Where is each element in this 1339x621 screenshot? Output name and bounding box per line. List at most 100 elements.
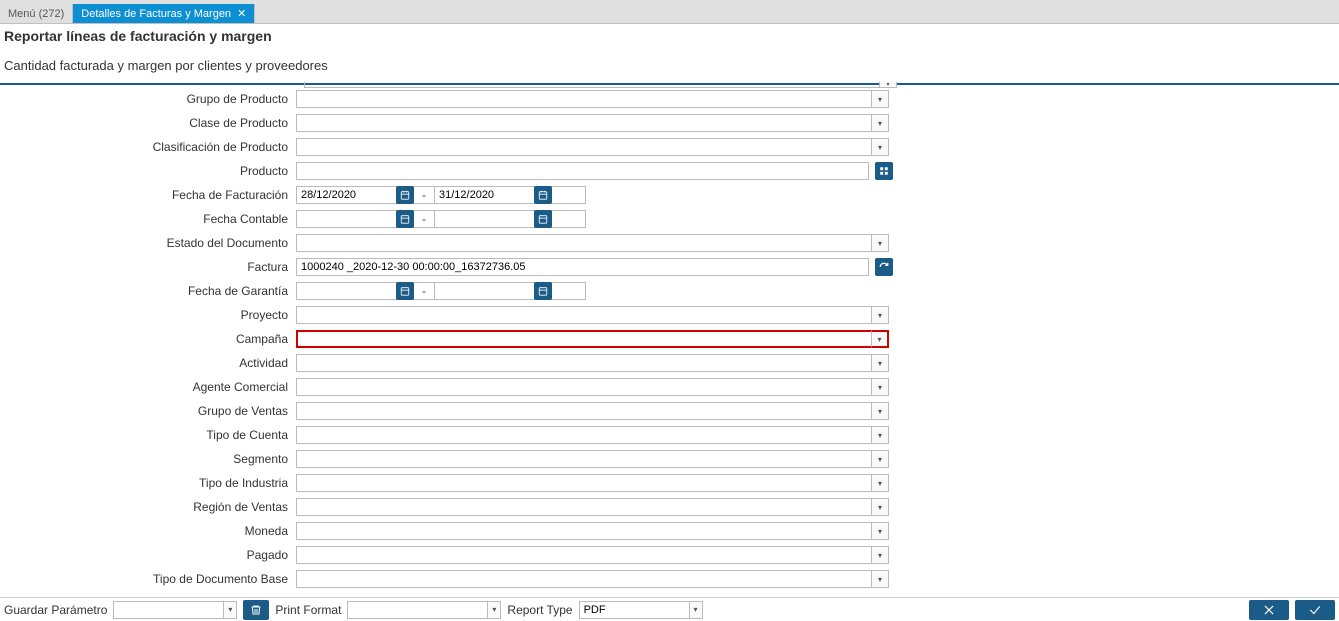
input-agente-comercial[interactable] bbox=[296, 378, 871, 396]
input-estado-documento[interactable] bbox=[296, 234, 871, 252]
input-factura[interactable] bbox=[296, 258, 869, 276]
input-moneda[interactable] bbox=[296, 522, 871, 540]
chevron-down-icon[interactable]: ▾ bbox=[871, 306, 889, 324]
combo-pagado[interactable]: ▾ bbox=[296, 546, 889, 564]
chevron-down-icon[interactable]: ▾ bbox=[871, 330, 889, 348]
calendar-icon[interactable] bbox=[396, 186, 414, 204]
input-fecha-contable-to[interactable] bbox=[434, 210, 586, 228]
input-tipo-cuenta[interactable] bbox=[296, 426, 871, 444]
chevron-down-icon[interactable]: ▾ bbox=[871, 474, 889, 492]
label-clasificacion-producto: Clasificación de Producto bbox=[0, 140, 296, 154]
chevron-down-icon[interactable]: ▾ bbox=[871, 426, 889, 444]
input-grupo-ventas[interactable] bbox=[296, 402, 871, 420]
chevron-down-icon[interactable]: ▾ bbox=[871, 138, 889, 156]
chevron-down-icon[interactable]: ▾ bbox=[871, 498, 889, 516]
input-print-format[interactable] bbox=[347, 601, 487, 619]
calendar-icon[interactable] bbox=[534, 282, 552, 300]
partial-row-above: ▾ bbox=[0, 80, 1339, 90]
input-guardar-parametro[interactable] bbox=[113, 601, 223, 619]
calendar-icon[interactable] bbox=[534, 210, 552, 228]
combo-region-ventas[interactable]: ▾ bbox=[296, 498, 889, 516]
combo-campana[interactable]: ▾ bbox=[296, 330, 889, 348]
input-report-type[interactable] bbox=[579, 601, 689, 619]
combo-clase-producto[interactable]: ▾ bbox=[296, 114, 889, 132]
label-clase-producto: Clase de Producto bbox=[0, 116, 296, 130]
close-icon[interactable]: ✕ bbox=[237, 7, 246, 20]
label-proyecto: Proyecto bbox=[0, 308, 296, 322]
combo-grupo-ventas[interactable]: ▾ bbox=[296, 402, 889, 420]
label-campana: Campaña bbox=[0, 332, 296, 346]
combo-tipo-industria[interactable]: ▾ bbox=[296, 474, 889, 492]
form-scroll-area[interactable]: ▾ Grupo de Producto ▾ Clase de Producto … bbox=[0, 76, 1339, 593]
label-report-type: Report Type bbox=[507, 603, 572, 617]
tab-menu[interactable]: Menú (272) bbox=[0, 4, 73, 23]
product-lookup-icon[interactable] bbox=[875, 162, 893, 180]
input-campana[interactable] bbox=[296, 330, 871, 348]
confirm-button[interactable] bbox=[1295, 600, 1335, 620]
label-print-format: Print Format bbox=[275, 603, 341, 617]
tab-detalles-facturas[interactable]: Detalles de Facturas y Margen ✕ bbox=[73, 4, 255, 23]
combo-tipo-documento-base[interactable]: ▾ bbox=[296, 570, 889, 588]
chevron-down-icon[interactable]: ▾ bbox=[871, 234, 889, 252]
input-grupo-producto[interactable] bbox=[296, 90, 871, 108]
combo-tipo-cuenta[interactable]: ▾ bbox=[296, 426, 889, 444]
chevron-down-icon[interactable]: ▾ bbox=[871, 378, 889, 396]
tab-menu-label: Menú (272) bbox=[8, 8, 64, 20]
label-tipo-cuenta: Tipo de Cuenta bbox=[0, 428, 296, 442]
lookup-producto[interactable] bbox=[296, 162, 869, 180]
label-region-ventas: Región de Ventas bbox=[0, 500, 296, 514]
date-fecha-garantia-from[interactable] bbox=[296, 282, 392, 300]
input-clase-producto[interactable] bbox=[296, 114, 871, 132]
calendar-icon[interactable] bbox=[534, 186, 552, 204]
refresh-icon[interactable] bbox=[875, 258, 893, 276]
input-tipo-documento-base[interactable] bbox=[296, 570, 871, 588]
date-fecha-contable-to[interactable] bbox=[434, 210, 530, 228]
combo-report-type[interactable]: ▾ bbox=[579, 601, 703, 619]
tab-detalles-label: Detalles de Facturas y Margen bbox=[81, 8, 231, 20]
combo-guardar-parametro[interactable]: ▾ bbox=[113, 601, 237, 619]
combo-estado-documento[interactable]: ▾ bbox=[296, 234, 889, 252]
label-estado-documento: Estado del Documento bbox=[0, 236, 296, 250]
input-region-ventas[interactable] bbox=[296, 498, 871, 516]
combo-proyecto[interactable]: ▾ bbox=[296, 306, 889, 324]
input-producto[interactable] bbox=[296, 162, 869, 180]
trash-icon[interactable] bbox=[243, 600, 269, 620]
chevron-down-icon[interactable]: ▾ bbox=[689, 601, 703, 619]
input-fecha-facturacion-to[interactable] bbox=[434, 186, 586, 204]
combo-moneda[interactable]: ▾ bbox=[296, 522, 889, 540]
date-fecha-facturacion-from[interactable] bbox=[296, 186, 392, 204]
input-fecha-garantia-to[interactable] bbox=[434, 282, 586, 300]
date-fecha-facturacion-to[interactable] bbox=[434, 186, 530, 204]
input-clasificacion-producto[interactable] bbox=[296, 138, 871, 156]
combo-grupo-producto[interactable]: ▾ bbox=[296, 90, 889, 108]
chevron-down-icon[interactable]: ▾ bbox=[871, 570, 889, 588]
combo-segmento[interactable]: ▾ bbox=[296, 450, 889, 468]
chevron-down-icon[interactable]: ▾ bbox=[871, 402, 889, 420]
cancel-button[interactable] bbox=[1249, 600, 1289, 620]
calendar-icon[interactable] bbox=[396, 210, 414, 228]
chevron-down-icon[interactable]: ▾ bbox=[871, 522, 889, 540]
combo-agente-comercial[interactable]: ▾ bbox=[296, 378, 889, 396]
lookup-factura[interactable] bbox=[296, 258, 869, 276]
chevron-down-icon[interactable]: ▾ bbox=[871, 354, 889, 372]
range-separator: - bbox=[418, 284, 430, 298]
input-actividad[interactable] bbox=[296, 354, 871, 372]
chevron-down-icon[interactable]: ▾ bbox=[223, 601, 237, 619]
chevron-down-icon[interactable]: ▾ bbox=[871, 450, 889, 468]
input-pagado[interactable] bbox=[296, 546, 871, 564]
label-fecha-garantia: Fecha de Garantía bbox=[0, 284, 296, 298]
chevron-down-icon[interactable]: ▾ bbox=[487, 601, 501, 619]
calendar-icon[interactable] bbox=[396, 282, 414, 300]
combo-print-format[interactable]: ▾ bbox=[347, 601, 501, 619]
input-tipo-industria[interactable] bbox=[296, 474, 871, 492]
chevron-down-icon[interactable]: ▾ bbox=[871, 114, 889, 132]
date-fecha-contable-from[interactable] bbox=[296, 210, 392, 228]
chevron-down-icon[interactable]: ▾ bbox=[871, 546, 889, 564]
combo-actividad[interactable]: ▾ bbox=[296, 354, 889, 372]
date-fecha-garantia-to[interactable] bbox=[434, 282, 530, 300]
label-agente-comercial: Agente Comercial bbox=[0, 380, 296, 394]
input-segmento[interactable] bbox=[296, 450, 871, 468]
combo-clasificacion-producto[interactable]: ▾ bbox=[296, 138, 889, 156]
chevron-down-icon[interactable]: ▾ bbox=[871, 90, 889, 108]
input-proyecto[interactable] bbox=[296, 306, 871, 324]
